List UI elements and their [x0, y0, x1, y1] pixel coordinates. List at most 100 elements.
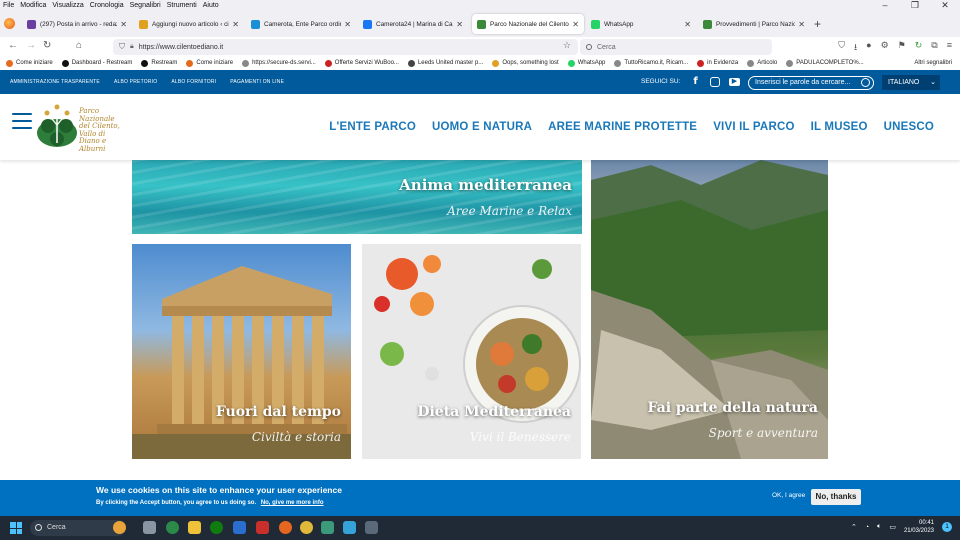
- link-pagamenti-online[interactable]: PAGAMENTI ON LINE: [230, 70, 284, 94]
- new-tab-button[interactable]: +: [814, 17, 821, 31]
- extension-icon[interactable]: ⚑: [898, 40, 906, 56]
- bookmark-item[interactable]: WhatsApp: [567, 59, 605, 67]
- app-icon[interactable]: [365, 521, 378, 534]
- bookmark-item[interactable]: Come iniziare: [6, 59, 53, 67]
- tab-camerota24[interactable]: Camerota24 | Marina di Camero ✕: [358, 14, 468, 34]
- back-icon[interactable]: ←: [8, 40, 18, 51]
- facebook-icon[interactable]: f: [690, 76, 701, 87]
- lock-icon[interactable]: 🔒︎: [130, 43, 134, 51]
- app-icon[interactable]: [343, 521, 356, 534]
- menu-cronologia[interactable]: Cronologia: [90, 2, 124, 9]
- close-tab-icon[interactable]: ✕: [344, 20, 351, 29]
- tab-whatsapp[interactable]: WhatsApp ✕: [586, 14, 696, 34]
- app-icon[interactable]: [321, 521, 334, 534]
- bookmark-item[interactable]: in Evidenza: [697, 59, 738, 67]
- cookie-more-info-link[interactable]: No, give me more info: [261, 500, 324, 506]
- wifi-icon[interactable]: ◔: [865, 524, 869, 531]
- link-amministrazione-trasparente[interactable]: AMMINISTRAZIONE TRASPARENTE: [10, 70, 100, 94]
- close-tab-icon[interactable]: ✕: [684, 20, 691, 29]
- tab-camerota-ente[interactable]: Camerota, Ente Parco ordina vi ✕: [246, 14, 356, 34]
- battery-icon[interactable]: ▭: [889, 523, 896, 531]
- close-window-button[interactable]: ✕: [930, 0, 960, 11]
- sync-icon[interactable]: ↻: [915, 40, 923, 56]
- menu-icon[interactable]: ≡: [947, 40, 952, 56]
- app-icon[interactable]: [256, 521, 269, 534]
- bookmark-item[interactable]: Articolo: [747, 59, 777, 67]
- hamburger-menu-icon[interactable]: [12, 113, 32, 129]
- language-select[interactable]: ITALIANO ⌄: [882, 75, 940, 90]
- instagram-icon[interactable]: [710, 77, 720, 87]
- menu-visualizza[interactable]: Visualizza: [52, 2, 83, 9]
- bookmark-star-icon[interactable]: ☆: [563, 40, 571, 51]
- panel-fuori-dal-tempo[interactable]: Fuori dal tempo Civiltà e storia: [132, 244, 351, 459]
- home-icon[interactable]: ⌂: [76, 40, 82, 51]
- bookmark-item[interactable]: Oops, something lost: [492, 59, 559, 67]
- link-albo-pretorio[interactable]: ALBO PRETORIO: [114, 70, 157, 94]
- cookie-decline-button[interactable]: No, thanks: [811, 489, 861, 505]
- nav-ente-parco[interactable]: L'ENTE PARCO: [329, 121, 416, 133]
- link-albo-fornitori[interactable]: ALBO FORNITORI: [171, 70, 216, 94]
- tab-parco-nazionale[interactable]: Parco Nazionale del Cilento, Val ✕: [472, 14, 584, 34]
- url-text[interactable]: https://www.cilentoediano.it: [139, 44, 223, 51]
- download-icon[interactable]: ⭳: [854, 40, 857, 56]
- bookmark-item[interactable]: Restream: [141, 59, 177, 67]
- chrome-icon[interactable]: [300, 521, 313, 534]
- nav-unesco[interactable]: UNESCO: [884, 121, 934, 133]
- close-tab-icon[interactable]: ✕: [456, 20, 463, 29]
- panel-anima-mediterranea[interactable]: Anima mediterranea Aree Marine e Relax: [132, 160, 582, 234]
- bookmark-item[interactable]: Offerte Servizi WuBoo...: [324, 59, 399, 67]
- extension-icon[interactable]: ●: [866, 40, 871, 56]
- nav-vivi-parco[interactable]: VIVI IL PARCO: [713, 121, 794, 133]
- other-bookmarks-folder[interactable]: Altri segnalibri: [914, 57, 952, 69]
- file-explorer-icon[interactable]: [188, 521, 201, 534]
- url-bar[interactable]: ⛉ 🔒︎ https://www.cilentoediano.it ☆: [113, 39, 578, 55]
- nav-uomo-natura[interactable]: UOMO E NATURA: [432, 121, 532, 133]
- browser-search-bar[interactable]: Cerca: [580, 39, 772, 55]
- tab-aggiungi-articolo[interactable]: Aggiungi nuovo articolo ‹ cilento ✕: [134, 14, 244, 34]
- volume-icon[interactable]: 🔈︎: [877, 523, 881, 531]
- minimize-button[interactable]: –: [870, 0, 900, 11]
- taskbar-search[interactable]: Cerca: [30, 520, 126, 536]
- menu-aiuto[interactable]: Aiuto: [203, 2, 219, 9]
- bookmark-item[interactable]: Dashboard - Restream: [61, 59, 132, 67]
- youtube-icon[interactable]: ▶: [729, 78, 740, 86]
- bookmark-item[interactable]: TuttoRicamo.it, Ricam...: [614, 59, 688, 67]
- menu-segnalibri[interactable]: Segnalibri: [130, 2, 161, 9]
- bookmark-item[interactable]: https://secure-ds.servi...: [242, 59, 316, 67]
- site-search-input[interactable]: Inserisci le parole da cercare...: [748, 76, 874, 90]
- chevron-up-icon[interactable]: ⌃: [851, 523, 857, 531]
- extension-icon[interactable]: ⚙: [881, 40, 889, 56]
- notification-badge[interactable]: 1: [942, 522, 952, 532]
- extensions-icon[interactable]: ⧉: [931, 40, 937, 56]
- clock[interactable]: 00:41 21/03/2023: [904, 519, 934, 535]
- tab-provvedimenti[interactable]: Provvedimenti | Parco Nazional ✕: [698, 14, 810, 34]
- bookmark-item[interactable]: Come iniziare: [186, 59, 233, 67]
- shield-icon[interactable]: ⛉: [119, 42, 125, 52]
- xbox-icon[interactable]: [210, 521, 223, 534]
- search-icon[interactable]: [861, 78, 870, 87]
- panel-fai-parte-natura[interactable]: Fai parte della natura Sport e avventura: [591, 160, 828, 459]
- menu-strumenti[interactable]: Strumenti: [167, 2, 197, 9]
- firefox-view-icon[interactable]: [4, 18, 15, 29]
- firefox-icon[interactable]: [279, 521, 292, 534]
- restore-button[interactable]: ❐: [900, 0, 930, 11]
- windows-start-icon[interactable]: [10, 522, 22, 534]
- mail-icon[interactable]: [233, 521, 246, 534]
- menu-file[interactable]: File: [3, 2, 14, 9]
- nav-museo[interactable]: IL MUSEO: [811, 121, 868, 133]
- edge-icon[interactable]: [166, 521, 179, 534]
- task-view-icon[interactable]: [143, 521, 156, 534]
- close-tab-icon[interactable]: ✕: [798, 20, 805, 29]
- cookie-agree-button[interactable]: OK, I agree: [772, 492, 805, 499]
- reload-icon[interactable]: ↻: [43, 40, 51, 51]
- forward-icon[interactable]: →: [26, 40, 36, 51]
- close-tab-icon[interactable]: ✕: [120, 20, 127, 29]
- pocket-icon[interactable]: ⛉: [838, 40, 845, 56]
- close-tab-icon[interactable]: ✕: [232, 20, 239, 29]
- nav-aree-marine[interactable]: AREE MARINE PROTETTE: [548, 121, 697, 133]
- menu-modifica[interactable]: Modifica: [20, 2, 46, 9]
- widgets-icon[interactable]: [113, 521, 126, 534]
- park-logo[interactable]: Parco Nazionale del Cilento, Vallo di Di…: [35, 103, 130, 152]
- panel-dieta-mediterranea[interactable]: Dieta Mediterranea Vivi il Benessere: [362, 244, 581, 459]
- bookmark-item[interactable]: PADULACOMPLETO%...: [786, 59, 864, 67]
